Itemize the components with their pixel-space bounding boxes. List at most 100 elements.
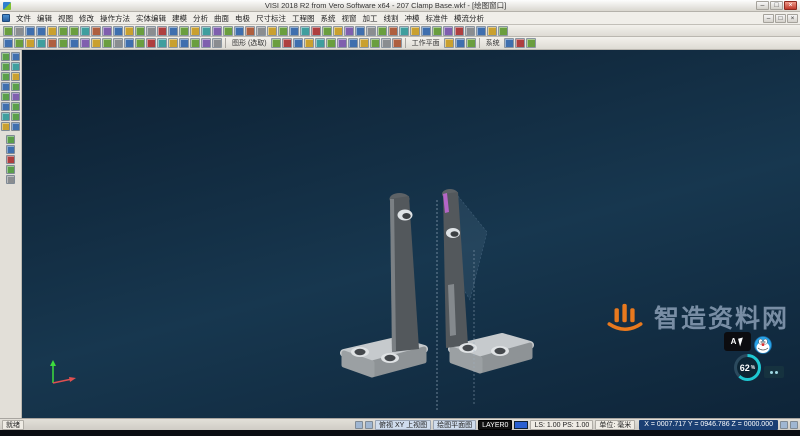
toolbar-icon[interactable]: [223, 26, 233, 36]
toolbar-icon[interactable]: [47, 26, 57, 36]
toolbar-icon[interactable]: [80, 26, 90, 36]
toolbar-icon[interactable]: [102, 26, 112, 36]
toolbar-icon[interactable]: [454, 26, 464, 36]
toolbar-icon[interactable]: [504, 38, 514, 48]
left-tool-icon[interactable]: [6, 145, 15, 154]
doraemon-avatar[interactable]: [754, 336, 772, 354]
toolbar-icon[interactable]: [304, 38, 314, 48]
toolbar-icon[interactable]: [410, 26, 420, 36]
toolbar-icon[interactable]: [293, 38, 303, 48]
toolbar-icon[interactable]: [498, 26, 508, 36]
toolbar-icon[interactable]: [212, 38, 222, 48]
progress-ring-badge[interactable]: 62%: [734, 354, 761, 381]
toolbar-icon[interactable]: [146, 38, 156, 48]
menu-item-10[interactable]: 尺寸标注: [253, 14, 289, 23]
minimize-button[interactable]: –: [756, 1, 769, 10]
left-tool-icon[interactable]: [1, 102, 10, 111]
toolbar-icon[interactable]: [124, 38, 134, 48]
toolbar-icon[interactable]: [157, 38, 167, 48]
close-button[interactable]: ×: [784, 1, 797, 10]
left-tool-icon[interactable]: [11, 122, 20, 131]
toolbar-icon[interactable]: [289, 26, 299, 36]
widget-side-chip[interactable]: [764, 366, 784, 378]
left-tool-icon[interactable]: [1, 82, 10, 91]
left-tool-icon[interactable]: [6, 135, 15, 144]
toolbar-icon[interactable]: [381, 38, 391, 48]
menu-item-5[interactable]: 实体编辑: [133, 14, 169, 23]
left-tool-icon[interactable]: [11, 62, 20, 71]
toolbar-icon[interactable]: [282, 38, 292, 48]
toolbar-icon[interactable]: [212, 26, 222, 36]
toolbar-icon[interactable]: [124, 26, 134, 36]
toolbar-icon[interactable]: [91, 26, 101, 36]
view-indicator[interactable]: 俯视 XY 上视图: [375, 420, 431, 430]
toolbar-icon[interactable]: [190, 26, 200, 36]
left-tool-icon[interactable]: [11, 102, 20, 111]
toolbar-icon[interactable]: [392, 38, 402, 48]
maximize-button[interactable]: □: [770, 1, 783, 10]
left-tool-icon[interactable]: [11, 72, 20, 81]
toolbar-icon[interactable]: [271, 38, 281, 48]
toolbar-icon[interactable]: [135, 26, 145, 36]
current-color-swatch[interactable]: [514, 421, 528, 429]
toolbar-icon[interactable]: [337, 38, 347, 48]
menu-item-4[interactable]: 操作方法: [97, 14, 133, 23]
menu-item-6[interactable]: 建模: [169, 14, 190, 23]
toolbar-icon[interactable]: [443, 26, 453, 36]
toolbar-icon[interactable]: [190, 38, 200, 48]
left-tool-icon[interactable]: [11, 82, 20, 91]
toolbar-icon[interactable]: [399, 26, 409, 36]
toolbar-icon[interactable]: [432, 26, 442, 36]
toolbar-icon[interactable]: [333, 26, 343, 36]
snap-icon[interactable]: [355, 421, 363, 429]
left-tool-icon[interactable]: [11, 52, 20, 61]
toolbar-icon[interactable]: [487, 26, 497, 36]
toolbar-icon[interactable]: [135, 38, 145, 48]
toolbar-icon[interactable]: [359, 38, 369, 48]
toolbar-icon[interactable]: [58, 38, 68, 48]
toolbar-icon[interactable]: [300, 26, 310, 36]
left-tool-icon[interactable]: [6, 175, 15, 184]
toolbar-icon[interactable]: [113, 26, 123, 36]
toolbar-icon[interactable]: [476, 26, 486, 36]
viewport-3d[interactable]: 智造资料网 A 62%: [22, 50, 800, 418]
toolbar-icon[interactable]: [3, 26, 13, 36]
toolbar-icon[interactable]: [388, 26, 398, 36]
toolbar-icon[interactable]: [25, 38, 35, 48]
text-tool-icon[interactable]: A: [731, 337, 737, 346]
toolbar-icon[interactable]: [14, 38, 24, 48]
status-tool-icon[interactable]: [780, 421, 788, 429]
toolbar-icon[interactable]: [36, 26, 46, 36]
toolbar-icon[interactable]: [315, 38, 325, 48]
toolbar-icon[interactable]: [348, 38, 358, 48]
toolbar-icon[interactable]: [58, 26, 68, 36]
doc-close-button[interactable]: ×: [787, 14, 798, 23]
toolbar-icon[interactable]: [465, 26, 475, 36]
menu-item-14[interactable]: 加工: [360, 14, 381, 23]
menu-item-13[interactable]: 视窗: [339, 14, 360, 23]
left-tool-icon[interactable]: [1, 72, 10, 81]
menu-item-9[interactable]: 电极: [232, 14, 253, 23]
left-tool-icon[interactable]: [6, 155, 15, 164]
toolbar-icon[interactable]: [466, 38, 476, 48]
left-tool-icon[interactable]: [1, 92, 10, 101]
toolbar-icon[interactable]: [47, 38, 57, 48]
menu-item-15[interactable]: 线割: [381, 14, 402, 23]
units-indicator[interactable]: 单位: 毫米: [595, 420, 635, 430]
toolbar-icon[interactable]: [278, 26, 288, 36]
left-tool-icon[interactable]: [1, 62, 10, 71]
menu-item-17[interactable]: 标准件: [423, 14, 452, 23]
toolbar-icon[interactable]: [515, 38, 525, 48]
toolbar-icon[interactable]: [201, 38, 211, 48]
toolbar-icon[interactable]: [366, 26, 376, 36]
toolbar-icon[interactable]: [245, 26, 255, 36]
menu-item-16[interactable]: 冲模: [402, 14, 423, 23]
quick-tool-popup[interactable]: A: [724, 332, 751, 351]
toolbar-icon[interactable]: [355, 26, 365, 36]
toolbar-icon[interactable]: [179, 26, 189, 36]
left-tool-icon[interactable]: [1, 52, 10, 61]
toolbar-icon[interactable]: [14, 26, 24, 36]
toolbar-icon[interactable]: [344, 26, 354, 36]
menu-item-7[interactable]: 分析: [190, 14, 211, 23]
toolbar-icon[interactable]: [157, 26, 167, 36]
